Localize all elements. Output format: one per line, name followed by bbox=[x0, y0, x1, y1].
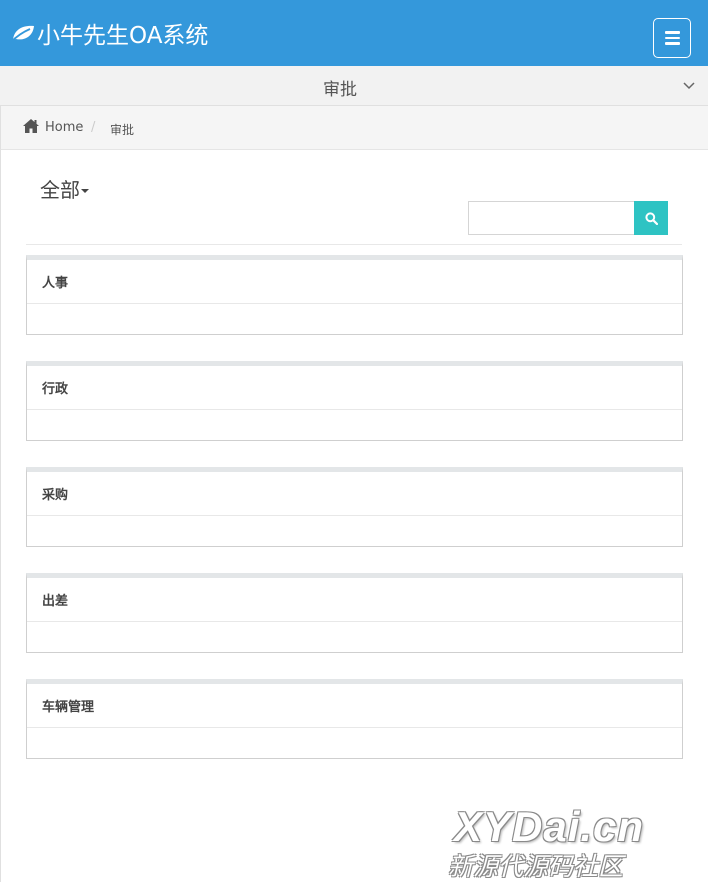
category-panel-caigou[interactable]: 采购 bbox=[26, 467, 683, 547]
panel-title: 车辆管理 bbox=[42, 700, 95, 715]
section-title: 审批 bbox=[323, 80, 357, 100]
panel-title: 采购 bbox=[42, 488, 69, 503]
category-panel-xingzheng[interactable]: 行政 bbox=[26, 361, 683, 441]
app-title: 小牛先生OA系统 bbox=[37, 23, 209, 49]
breadcrumb-current: 审批 bbox=[110, 123, 135, 137]
panel-header: 行政 bbox=[27, 366, 682, 410]
caret-down-icon bbox=[81, 188, 89, 193]
panel-header: 出差 bbox=[27, 578, 682, 622]
filter-label: 全部 bbox=[40, 178, 80, 202]
chevron-down-icon[interactable] bbox=[683, 80, 695, 90]
search-button[interactable] bbox=[634, 201, 668, 235]
hamburger-bar bbox=[664, 42, 680, 45]
search-icon bbox=[644, 211, 658, 225]
section-header[interactable]: 审批 bbox=[0, 66, 708, 106]
top-navbar: 小牛先生OA系统 bbox=[0, 0, 708, 66]
breadcrumb-home-link[interactable]: Home bbox=[45, 120, 83, 135]
panel-title: 人事 bbox=[42, 276, 69, 291]
panel-header: 采购 bbox=[27, 472, 682, 516]
panel-header: 人事 bbox=[27, 260, 682, 304]
category-panel-renshi[interactable]: 人事 bbox=[26, 255, 683, 335]
hamburger-bar bbox=[664, 36, 680, 40]
panel-header: 车辆管理 bbox=[27, 684, 682, 728]
brand[interactable]: 小牛先生OA系统 bbox=[10, 17, 208, 49]
leaf-icon bbox=[10, 25, 34, 43]
search-input[interactable] bbox=[468, 201, 635, 235]
divider bbox=[26, 244, 682, 245]
panel-title: 行政 bbox=[42, 382, 69, 397]
breadcrumb-separator: / bbox=[91, 120, 96, 135]
category-filter-dropdown[interactable]: 全部 bbox=[40, 174, 89, 203]
hamburger-menu-icon bbox=[664, 31, 680, 34]
category-panel-cheliang[interactable]: 车辆管理 bbox=[26, 679, 683, 759]
panel-title: 出差 bbox=[42, 594, 69, 609]
hamburger-menu-button[interactable] bbox=[653, 18, 691, 58]
category-panel-chuchai[interactable]: 出差 bbox=[26, 573, 683, 653]
home-icon[interactable] bbox=[22, 118, 40, 134]
breadcrumb: Home / 审批 bbox=[0, 106, 708, 150]
